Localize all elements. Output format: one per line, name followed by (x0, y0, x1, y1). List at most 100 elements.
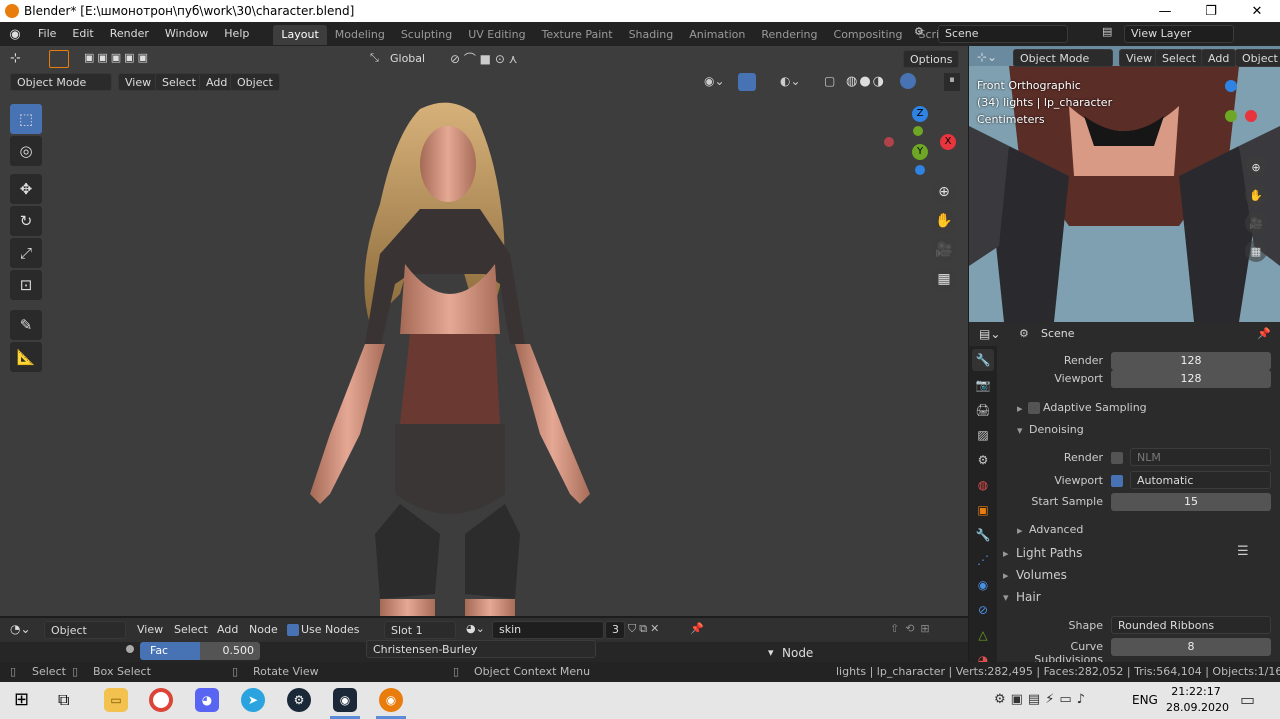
material-name-field[interactable]: skin (492, 621, 604, 639)
tray-icons[interactable]: ⚙▣▤⚡▭♪ (994, 692, 1090, 707)
gizmo-z-axis[interactable]: Z (912, 106, 928, 122)
render-samples-field[interactable]: 128 (1111, 352, 1271, 370)
rendered-shading-icon[interactable] (900, 73, 916, 89)
menu-window[interactable]: Window (157, 22, 216, 46)
shader-editor[interactable]: ◔⌄ Object View Select Add Node Use Nodes… (0, 618, 968, 662)
gizmo-y-axis[interactable]: Y (912, 144, 928, 160)
scene-tab-icon[interactable]: ⚙ (972, 449, 994, 471)
pan-hand-icon[interactable]: ✋ (931, 208, 957, 234)
tab-compositing[interactable]: Compositing (826, 25, 911, 45)
3d-viewport[interactable]: ⊹ ▣▣▣▣▣ ⤡ Global ⊘ ⌒ ■ ⊙ ⋏ Options Objec… (0, 46, 968, 616)
measure-tool[interactable]: 📐 (10, 342, 42, 372)
visibility-icon[interactable]: ◉⌄ (704, 74, 725, 88)
curve-subdivisions-field[interactable]: 8 (1111, 638, 1271, 656)
data-tab-icon[interactable]: △ (972, 624, 994, 646)
chrome-icon[interactable] (149, 688, 173, 712)
denoise-render-checkbox[interactable] (1111, 452, 1123, 464)
shader-menu-add[interactable]: Add (217, 623, 238, 636)
gizmo-x-axis[interactable]: X (940, 134, 956, 150)
slot-dropdown[interactable]: Slot 1 (384, 621, 456, 639)
tab-rendering[interactable]: Rendering (753, 25, 825, 45)
notifications-icon[interactable]: ▭ (1240, 690, 1255, 709)
options-button[interactable]: Options (903, 50, 960, 68)
overlay-icon[interactable]: ◐⌄ (780, 74, 801, 88)
view-layer-field[interactable]: View Layer (1124, 25, 1234, 43)
task-view-icon[interactable]: ⧉ (58, 690, 69, 710)
gizmo-neg-y[interactable] (913, 126, 923, 136)
physics-tab-icon[interactable]: ◉ (972, 574, 994, 596)
use-nodes-checkbox[interactable] (287, 624, 299, 636)
clock-date[interactable]: 28.09.2020 (1166, 701, 1229, 714)
render-tab-icon[interactable]: 📷 (972, 374, 994, 396)
constraints-tab-icon[interactable]: ⊘ (972, 599, 994, 621)
shader-object-dropdown[interactable]: Object (44, 621, 126, 639)
world-tab-icon[interactable]: ◍ (972, 474, 994, 496)
preview-mode-dropdown[interactable]: Object Mode (1013, 49, 1113, 67)
mode-dropdown[interactable]: Object Mode (10, 73, 112, 91)
material-actions-icons[interactable]: ⛉⧉✕ (628, 622, 662, 636)
properties-editor-type-icon[interactable]: ▤⌄ (979, 327, 1000, 341)
volumes-expand-icon[interactable]: ▸ (1003, 569, 1009, 582)
preview-camera-icon[interactable]: 🎥 (1245, 212, 1267, 234)
gizmo-neg-x[interactable] (884, 137, 894, 147)
denoise-render-dropdown[interactable]: NLM (1130, 448, 1271, 466)
pin-icon[interactable]: 📌 (1257, 327, 1271, 340)
fac-slider-label[interactable]: Fac (140, 642, 200, 660)
shader-editor-type-icon[interactable]: ◔⌄ (10, 622, 31, 636)
fac-socket-icon[interactable] (126, 645, 134, 653)
shader-nav-icons[interactable]: ⇧⟲⊞ (890, 622, 936, 635)
tab-modeling[interactable]: Modeling (327, 25, 393, 45)
adaptive-sampling-checkbox[interactable] (1028, 402, 1040, 414)
view-layer-icon[interactable]: ▤ (1102, 25, 1112, 38)
node-panel-expand-icon[interactable]: ▾ (768, 646, 774, 659)
pivot-icon[interactable]: ⊘ ⌒ ■ ⊙ ⋏ (450, 50, 518, 67)
advanced-expand-icon[interactable]: ▸ (1017, 524, 1023, 537)
node-panel-title[interactable]: Node (782, 646, 813, 660)
denoising-expand-icon[interactable]: ▾ (1017, 424, 1023, 437)
move-tool[interactable]: ✥ (10, 174, 42, 204)
viewport-menu-select[interactable]: Select (155, 73, 203, 91)
denoising-label[interactable]: Denoising (1029, 423, 1084, 436)
hair-expand-icon[interactable]: ▾ (1003, 591, 1009, 604)
shader-menu-view[interactable]: View (137, 623, 163, 636)
viewport-menu-view[interactable]: View (118, 73, 159, 91)
fac-slider-value[interactable]: 0.500 (200, 642, 260, 660)
view-layer-tab-icon[interactable]: ▨ (972, 424, 994, 446)
tab-shading[interactable]: Shading (621, 25, 682, 45)
adaptive-expand-icon[interactable]: ▸ (1017, 402, 1023, 415)
menu-render[interactable]: Render (102, 22, 157, 46)
steam-icon[interactable]: ⚙ (287, 688, 311, 712)
gizmo-neg-z[interactable] (915, 165, 925, 175)
material-users-count[interactable]: 3 (605, 621, 625, 639)
volumes-label[interactable]: Volumes (1016, 568, 1067, 582)
discord-icon[interactable]: ◕ (195, 688, 219, 712)
shading-mode-icons[interactable]: ◍●◑ (846, 74, 886, 89)
windows-start-icon[interactable]: ⊞ (14, 689, 29, 710)
material-tab-icon[interactable]: ◕ (972, 649, 994, 662)
hair-shape-dropdown[interactable]: Rounded Ribbons (1111, 616, 1271, 634)
light-paths-label[interactable]: Light Paths (1016, 546, 1082, 560)
object-tab-icon[interactable]: ▣ (972, 499, 994, 521)
preview-editor-type-icon[interactable]: ⊹⌄ (977, 50, 997, 64)
material-browse-icon[interactable]: ◕⌄ (466, 622, 485, 635)
preview-grid-icon[interactable]: ▦ (1245, 240, 1267, 262)
xray-icon[interactable]: ▢ (824, 74, 835, 88)
menu-edit[interactable]: Edit (64, 22, 101, 46)
preview-gizmo-x[interactable] (1245, 110, 1257, 122)
language-indicator[interactable]: ENG (1132, 693, 1158, 707)
annotate-tool[interactable]: ✎ (10, 310, 42, 340)
preview-viewport[interactable]: ⊹⌄ Object Mode View Select Add Object Fr… (969, 46, 1280, 322)
ortho-grid-icon[interactable]: ▦ (931, 266, 957, 292)
file-explorer-icon[interactable]: ▭ (104, 688, 128, 712)
preview-gizmo-y[interactable] (1225, 110, 1237, 122)
menu-file[interactable]: File (30, 22, 64, 46)
particles-tab-icon[interactable]: ⋰ (972, 549, 994, 571)
tab-texture-paint[interactable]: Texture Paint (534, 25, 621, 45)
preview-zoom-icon[interactable]: ⊕ (1245, 156, 1267, 178)
start-sample-field[interactable]: 15 (1111, 493, 1271, 511)
denoise-viewport-dropdown[interactable]: Automatic (1130, 471, 1271, 489)
tab-uv-editing[interactable]: UV Editing (460, 25, 533, 45)
viewport-menu-object[interactable]: Object (230, 73, 280, 91)
steam-app-icon[interactable]: ◉ (333, 688, 357, 712)
shader-menu-select[interactable]: Select (174, 623, 208, 636)
